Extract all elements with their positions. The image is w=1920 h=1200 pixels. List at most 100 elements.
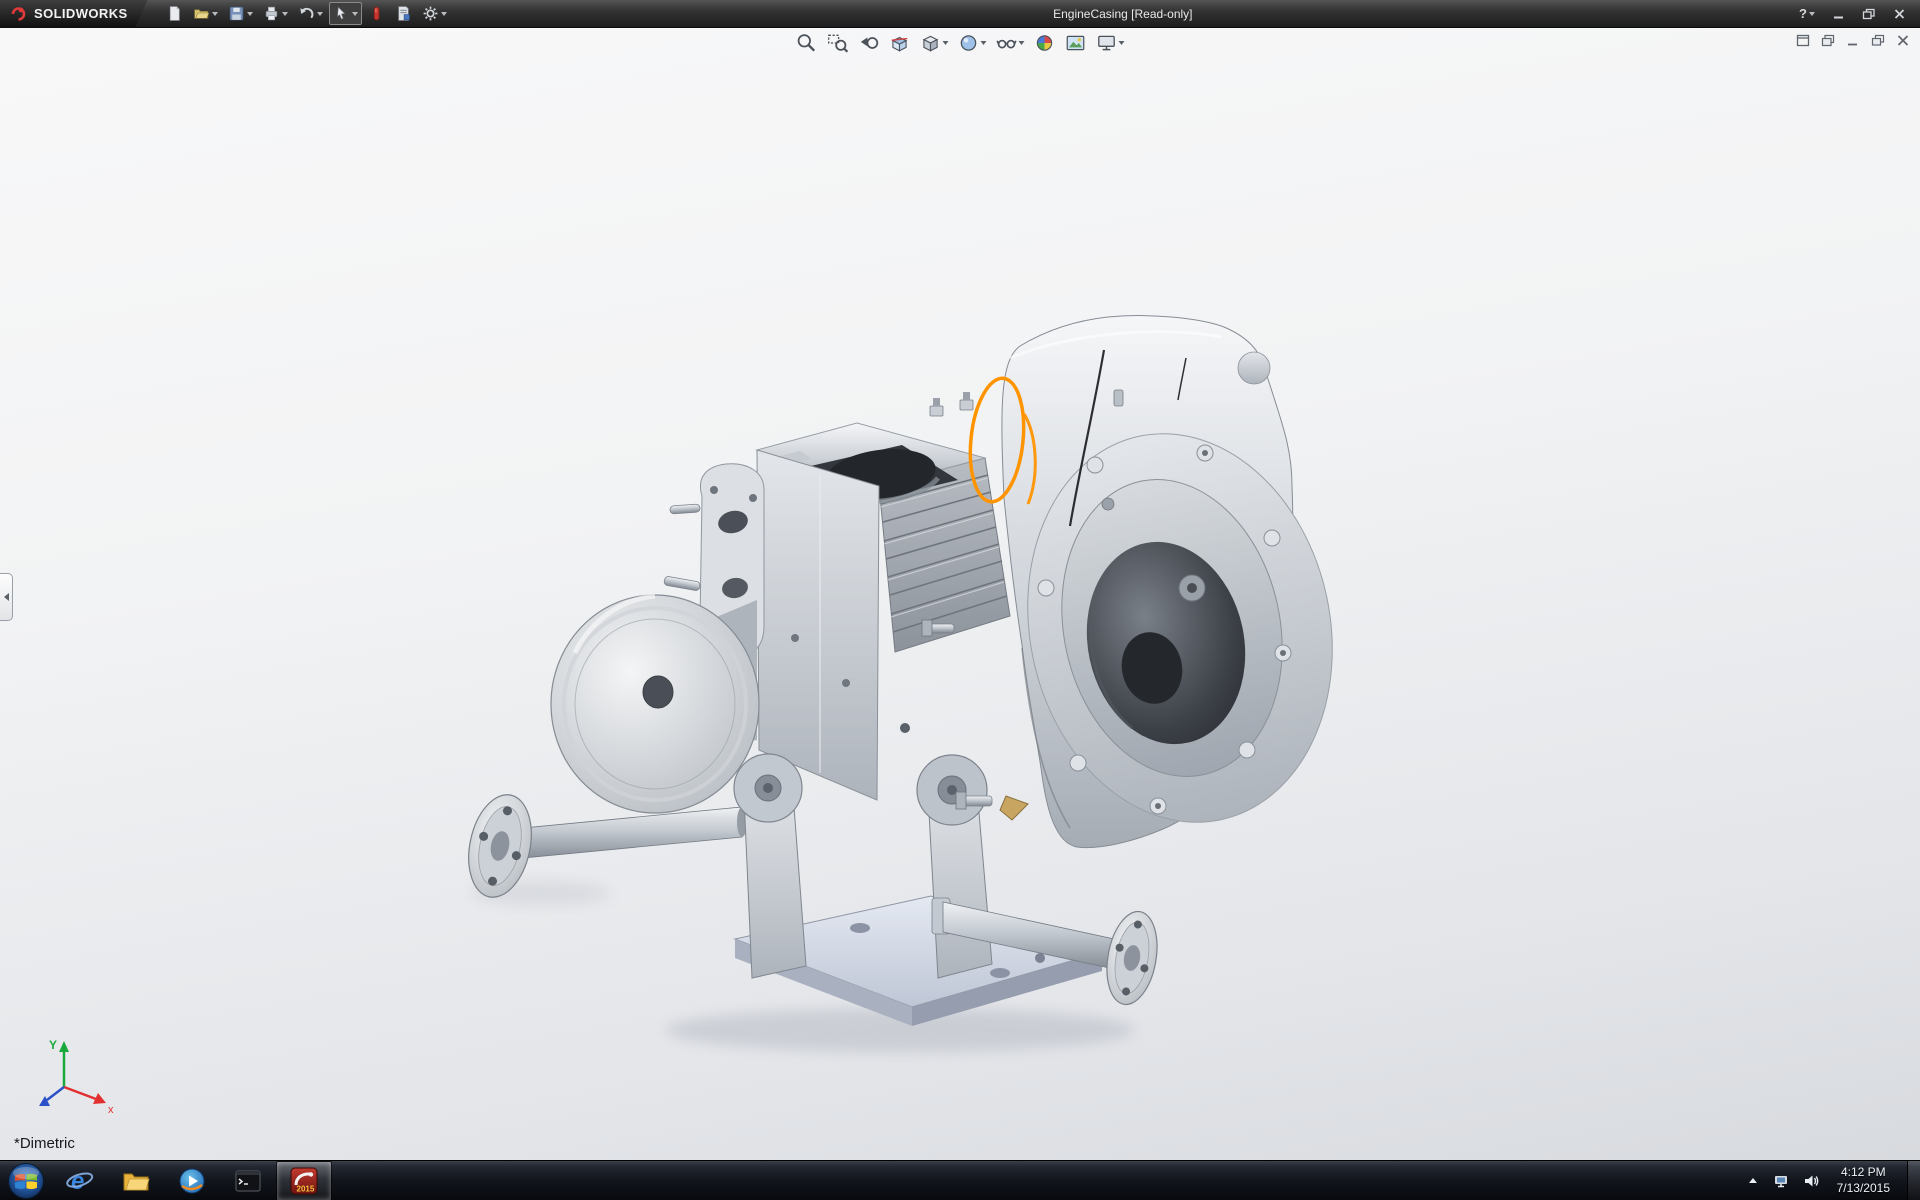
view-settings-icon: [1096, 32, 1118, 54]
print-icon: [263, 5, 280, 22]
dropdown-arrow-icon: [1119, 41, 1125, 45]
taskbar-item-windows-explorer[interactable]: [108, 1161, 164, 1200]
engine-casing-model: [0, 28, 1920, 1160]
title-bar: SOLIDWORKS: [0, 0, 1920, 28]
taskbar-item-internet-explorer[interactable]: e: [52, 1161, 108, 1200]
folder-icon: [121, 1166, 151, 1196]
doc-new-window-icon: [1796, 34, 1810, 47]
taskbar-item-solidworks[interactable]: 2015: [276, 1161, 332, 1200]
dropdown-arrow-icon: [212, 12, 218, 16]
doc-new-window-button[interactable]: [1794, 32, 1812, 48]
rebuild-button[interactable]: [364, 2, 389, 25]
zoom-to-fit-button[interactable]: [793, 30, 821, 56]
undo-icon: [298, 5, 315, 22]
volume-tray-button[interactable]: [1801, 1171, 1822, 1191]
network-tray-button[interactable]: [1771, 1171, 1792, 1191]
zoom-to-fit-icon: [796, 32, 818, 54]
dropdown-arrow-icon: [1809, 12, 1815, 16]
file-properties-button[interactable]: [391, 2, 416, 25]
doc-close-button[interactable]: [1894, 32, 1912, 48]
close-button[interactable]: [1889, 2, 1910, 25]
solidworks-badge: 2015: [297, 1184, 315, 1193]
display-style-button[interactable]: [955, 30, 990, 56]
media-player-icon: [177, 1166, 207, 1196]
solidworks-app-icon: 2015: [289, 1166, 319, 1196]
previous-view-button[interactable]: [855, 30, 883, 56]
taskbar-item-media-player[interactable]: [164, 1161, 220, 1200]
triad-x-label: x: [108, 1104, 114, 1116]
doc-restore-icon: [1871, 34, 1885, 47]
system-tray: 4:12 PM 7/13/2015: [1744, 1161, 1920, 1200]
dropdown-arrow-icon: [981, 41, 987, 45]
dropdown-arrow-icon: [943, 41, 949, 45]
new-document-icon: [166, 5, 183, 22]
print-button[interactable]: [259, 2, 292, 25]
doc-cascade-button[interactable]: [1819, 32, 1837, 48]
view-settings-button[interactable]: [1093, 30, 1128, 56]
app-name: SOLIDWORKS: [34, 6, 128, 21]
doc-restore-button[interactable]: [1869, 32, 1887, 48]
minimize-icon: [1832, 8, 1845, 20]
app-logo: SOLIDWORKS: [0, 0, 148, 28]
taskbar-item-command-prompt[interactable]: [220, 1161, 276, 1200]
close-icon: [1893, 8, 1906, 20]
document-window-controls: [1794, 32, 1912, 48]
doc-minimize-button[interactable]: [1844, 32, 1862, 48]
dropdown-arrow-icon: [282, 12, 288, 16]
restore-button[interactable]: [1858, 2, 1880, 25]
options-button[interactable]: [418, 2, 451, 25]
section-view-button[interactable]: [886, 30, 914, 56]
taskbar: e: [0, 1160, 1920, 1200]
file-toolbar: [162, 2, 451, 25]
doc-cascade-icon: [1821, 34, 1835, 47]
view-orientation-icon: [920, 32, 942, 54]
speaker-icon: [1803, 1173, 1820, 1189]
new-document-button[interactable]: [162, 2, 187, 25]
triad-y-label: Y: [49, 1038, 57, 1052]
help-label: ?: [1799, 6, 1807, 21]
save-button[interactable]: [224, 2, 257, 25]
flywheel-cover: [551, 595, 759, 813]
edit-appearance-icon: [1034, 32, 1056, 54]
zoom-to-area-icon: [827, 32, 849, 54]
hide-show-items-button[interactable]: [993, 30, 1028, 56]
minimize-button[interactable]: [1828, 2, 1849, 25]
orientation-triad: Y x: [22, 1035, 122, 1130]
heads-up-toolbar: [793, 30, 1128, 56]
feature-manager-flyout-tab[interactable]: [0, 573, 13, 621]
desktop: SOLIDWORKS: [0, 0, 1920, 1200]
taskbar-apps: e: [0, 1161, 332, 1200]
tray-clock[interactable]: 4:12 PM 7/13/2015: [1831, 1165, 1896, 1196]
chevron-left-icon: [4, 593, 9, 601]
section-view-icon: [889, 32, 911, 54]
select-button[interactable]: [329, 2, 362, 25]
crankcase-housing: [993, 316, 1368, 851]
hidden-icons-button[interactable]: [1744, 1172, 1762, 1190]
tray-date: 7/13/2015: [1837, 1181, 1890, 1197]
open-button[interactable]: [189, 2, 222, 25]
view-orientation-label: *Dimetric: [14, 1135, 75, 1152]
edit-appearance-button[interactable]: [1031, 30, 1059, 56]
tray-time: 4:12 PM: [1837, 1165, 1890, 1181]
network-icon: [1773, 1173, 1790, 1189]
rebuild-bar-icon: [368, 5, 385, 22]
restore-icon: [1862, 8, 1876, 20]
zoom-to-area-button[interactable]: [824, 30, 852, 56]
view-orientation-button[interactable]: [917, 30, 952, 56]
save-icon: [228, 5, 245, 22]
undo-button[interactable]: [294, 2, 327, 25]
start-button[interactable]: [0, 1161, 52, 1200]
dropdown-arrow-icon: [247, 12, 253, 16]
apply-scene-button[interactable]: [1062, 30, 1090, 56]
dropdown-arrow-icon: [317, 12, 323, 16]
left-shaft: [460, 789, 747, 903]
display-style-icon: [958, 32, 980, 54]
show-desktop-button[interactable]: [1907, 1161, 1920, 1200]
hide-show-items-icon: [996, 32, 1018, 54]
doc-close-icon: [1896, 34, 1910, 47]
chevron-up-icon: [1746, 1174, 1760, 1188]
help-button[interactable]: ?: [1795, 2, 1819, 25]
doc-minimize-icon: [1846, 34, 1860, 47]
graphics-area[interactable]: Y x *Dimetric: [0, 28, 1920, 1160]
command-prompt-icon: [233, 1166, 263, 1196]
